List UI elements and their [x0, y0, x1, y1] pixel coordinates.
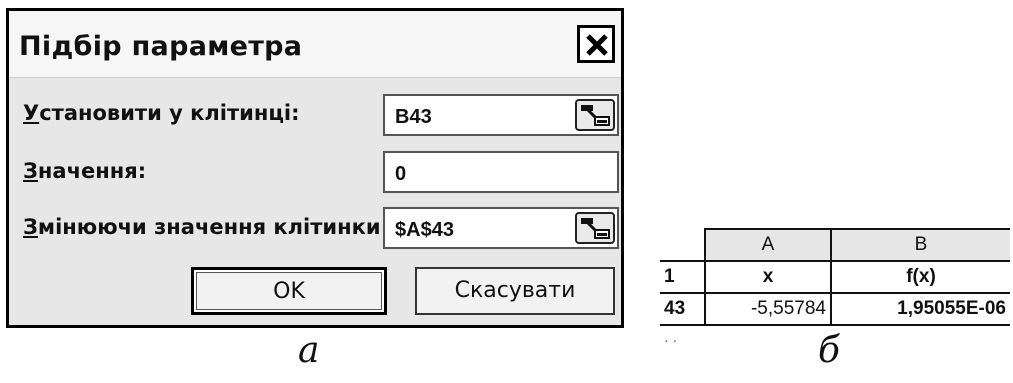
close-button[interactable]	[577, 25, 615, 63]
ok-button[interactable]: OK	[191, 267, 387, 315]
set-cell-value: B43	[395, 106, 432, 128]
dialog-titlebar: Підбір параметра	[9, 11, 621, 78]
set-cell-input[interactable]: B43	[383, 94, 619, 136]
collapse-dialog-icon	[581, 105, 610, 126]
column-header-b[interactable]: B	[830, 228, 1010, 262]
column-header-a[interactable]: A	[704, 228, 832, 262]
cell-b43[interactable]: 1,95055E-06	[830, 292, 1010, 326]
row-header-1[interactable]: 1	[660, 260, 706, 294]
value-label-text: начення:	[37, 159, 147, 183]
changing-cell-label-text: мінюючи значення клітинки:	[37, 215, 390, 239]
set-cell-ref-button[interactable]	[575, 99, 615, 131]
value-label: Значення:	[23, 159, 146, 183]
changing-cell-value: $A$43	[395, 219, 454, 241]
goal-seek-dialog: Підбір параметра Установити у клітинці: …	[6, 8, 624, 328]
changing-cell-label: Змінюючи значення клітинки:	[23, 215, 389, 239]
changing-cell-input[interactable]: $A$43	[383, 207, 619, 249]
sheet-fragment: A B 1 x f(x) 43 -5,55784 1,95055E-06	[660, 228, 1010, 326]
changing-cell-label-accel: З	[23, 215, 38, 239]
sheet-corner	[660, 229, 706, 262]
set-cell-label: Установити у клітинці:	[23, 101, 300, 125]
row-header-43[interactable]: 43	[660, 292, 706, 326]
cell-a43[interactable]: -5,55784	[704, 292, 832, 326]
to-value-value: 0	[395, 163, 407, 185]
to-value-input[interactable]: 0	[383, 151, 619, 193]
value-label-accel: З	[23, 159, 38, 183]
close-icon	[586, 34, 608, 56]
caption-b: б	[818, 330, 840, 371]
cancel-button[interactable]: Скасувати	[415, 267, 615, 315]
set-cell-label-text: становити у клітинці:	[39, 101, 300, 125]
dialog-title: Підбір параметра	[19, 31, 303, 62]
changing-cell-ref-button[interactable]	[575, 212, 615, 244]
cell-a1[interactable]: x	[704, 260, 832, 294]
row-continuation-mark: · ·	[664, 332, 678, 348]
collapse-dialog-icon	[581, 218, 610, 239]
set-cell-label-accel: У	[23, 101, 40, 125]
caption-a: а	[298, 330, 320, 371]
cell-b1[interactable]: f(x)	[830, 260, 1010, 294]
